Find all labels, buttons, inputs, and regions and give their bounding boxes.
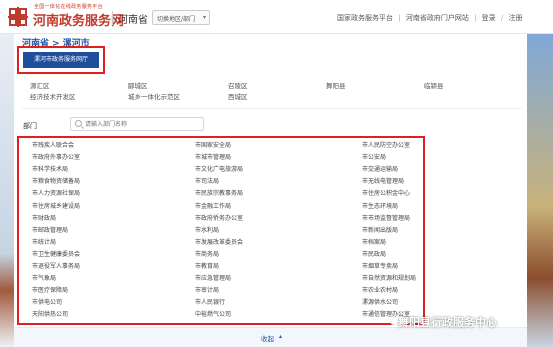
county-item[interactable]: 城乡一体化示范区 bbox=[128, 91, 180, 101]
department-item[interactable]: 天阳供热公司 bbox=[32, 309, 68, 318]
city-hall-button[interactable]: 漯河市政务服务网厅 bbox=[23, 52, 99, 68]
national-platform-link[interactable]: 国家政务服务平台 bbox=[337, 14, 393, 22]
department-item[interactable]: 市发展改革委员会 bbox=[195, 237, 243, 246]
department-item[interactable]: 市教育局 bbox=[195, 261, 219, 270]
department-item[interactable]: 市无线电管理局 bbox=[362, 176, 404, 185]
search-icon bbox=[75, 120, 82, 127]
department-item[interactable]: 市自然资源和规划局 bbox=[362, 273, 416, 282]
department-item[interactable]: 市烟草专卖局 bbox=[362, 261, 398, 270]
department-item[interactable]: 市财政局 bbox=[32, 213, 56, 222]
department-item[interactable]: 漯源供水公司 bbox=[362, 297, 398, 306]
link-separator: / bbox=[500, 14, 504, 22]
department-item[interactable]: 市司法局 bbox=[195, 176, 219, 185]
county-item[interactable]: 舞阳县 bbox=[326, 80, 346, 90]
department-item[interactable]: 市国家安全局 bbox=[195, 140, 231, 149]
region-panel: 河南省 > 漯河市 漯河市政务服务网厅 源汇区 郾城区 召陵区 舞阳县 临颍县 经济… bbox=[14, 34, 527, 347]
department-item[interactable]: 市公安局 bbox=[362, 152, 386, 161]
county-item[interactable]: 临颍县 bbox=[424, 80, 444, 90]
department-item[interactable]: 市民政局 bbox=[362, 249, 386, 258]
department-item[interactable]: 市交通运输局 bbox=[362, 164, 398, 173]
department-item[interactable]: 市残疾人联合会 bbox=[32, 140, 74, 149]
department-item[interactable]: 市卫生健康委员会 bbox=[32, 249, 80, 258]
department-item[interactable]: 市应急管理局 bbox=[195, 273, 231, 282]
department-item[interactable]: 市档案局 bbox=[362, 237, 386, 246]
department-item[interactable]: 市粮食物资储备局 bbox=[32, 176, 80, 185]
department-item[interactable]: 市政府外事办公室 bbox=[32, 152, 80, 161]
department-item[interactable]: 市气象局 bbox=[32, 273, 56, 282]
login-link[interactable]: 登录 bbox=[482, 14, 496, 22]
department-list-highlight: 市残疾人联合会 市国家安全局 市人民防空办公室市政府外事办公室 市城市管理局 市公安局市… bbox=[17, 136, 425, 325]
county-item[interactable]: 源汇区 bbox=[30, 80, 50, 90]
background-banner-right bbox=[527, 34, 553, 347]
department-item[interactable]: 市住房公积金中心 bbox=[362, 188, 410, 197]
county-item[interactable]: 经济技术开发区 bbox=[30, 91, 76, 101]
city-hall-highlight: 漯河市政务服务网厅 bbox=[17, 46, 105, 74]
department-label: 部门 bbox=[23, 122, 37, 130]
department-item[interactable]: 市医疗保障局 bbox=[32, 285, 68, 294]
department-item[interactable]: 市城市管理局 bbox=[195, 152, 231, 161]
current-province: 河南省 bbox=[118, 15, 148, 26]
government-logo-icon[interactable] bbox=[6, 5, 30, 29]
background-banner-left bbox=[0, 34, 14, 347]
department-item[interactable]: 市农业农村局 bbox=[362, 285, 398, 294]
department-item[interactable]: 市供电公司 bbox=[32, 297, 62, 306]
department-item[interactable]: 市人民银行 bbox=[195, 297, 225, 306]
region-select-label: 切换地区/部门 bbox=[157, 16, 196, 23]
department-item[interactable]: 市退役军人事务局 bbox=[32, 261, 80, 270]
department-item[interactable]: 市新闻出版局 bbox=[362, 225, 398, 234]
link-separator: | bbox=[398, 14, 401, 22]
chevron-up-icon: ▴ bbox=[279, 333, 283, 340]
province-portal-link[interactable]: 河南省政府门户网站 bbox=[406, 14, 469, 22]
section-divider bbox=[22, 108, 522, 109]
department-item[interactable]: 市住房城乡建设局 bbox=[32, 201, 80, 210]
department-search-input[interactable] bbox=[70, 117, 204, 131]
department-item[interactable]: 市科学技术局 bbox=[32, 164, 68, 173]
department-item[interactable]: 市政府侨务办公室 bbox=[195, 213, 243, 222]
header-divider bbox=[112, 11, 113, 25]
department-item[interactable]: 中裕燃气公司 bbox=[195, 309, 231, 318]
department-item[interactable]: 市商务局 bbox=[195, 249, 219, 258]
link-separator: | bbox=[474, 14, 477, 22]
register-link[interactable]: 注册 bbox=[508, 14, 522, 22]
county-item[interactable]: 郾城区 bbox=[128, 80, 148, 90]
wechat-watermark: 舞阳县行政服务中心 bbox=[398, 316, 497, 329]
department-item[interactable]: 市民族宗教事务局 bbox=[195, 188, 243, 197]
department-item[interactable]: 市人力资源社保局 bbox=[32, 188, 80, 197]
top-links: 国家政务服务平台 | 河南省政府门户网站 | 登录 / 注册 bbox=[337, 13, 525, 23]
collapse-bar[interactable]: 收起 ▴ bbox=[14, 327, 527, 347]
department-item[interactable]: 市水利局 bbox=[195, 225, 219, 234]
department-item[interactable]: 市金融工作局 bbox=[195, 201, 231, 210]
department-item[interactable]: 市邮政管理局 bbox=[32, 225, 68, 234]
department-item[interactable]: 市人民防空办公室 bbox=[362, 140, 410, 149]
county-item[interactable]: 西城区 bbox=[228, 91, 248, 101]
department-item[interactable]: 市生态环境局 bbox=[362, 201, 398, 210]
collapse-label[interactable]: 收起 bbox=[261, 333, 274, 343]
chevron-down-icon: ▾ bbox=[202, 14, 206, 21]
platform-subtitle: 全国一体化在线政务服务平台 bbox=[34, 4, 103, 10]
county-item[interactable]: 召陵区 bbox=[228, 80, 248, 90]
department-item[interactable]: 市审计局 bbox=[195, 285, 219, 294]
top-header: 全国一体化在线政务服务平台 河南政务服务网 河南省 切换地区/部门 ▾ 国家政务… bbox=[0, 0, 553, 34]
department-item[interactable]: 市文化广电旅游局 bbox=[195, 164, 243, 173]
department-item[interactable]: 市统计局 bbox=[32, 237, 56, 246]
region-switch-select[interactable]: 切换地区/部门 ▾ bbox=[152, 10, 210, 25]
department-item[interactable]: 市市场监督管理局 bbox=[362, 213, 410, 222]
site-title[interactable]: 河南政务服务网 bbox=[33, 10, 124, 29]
